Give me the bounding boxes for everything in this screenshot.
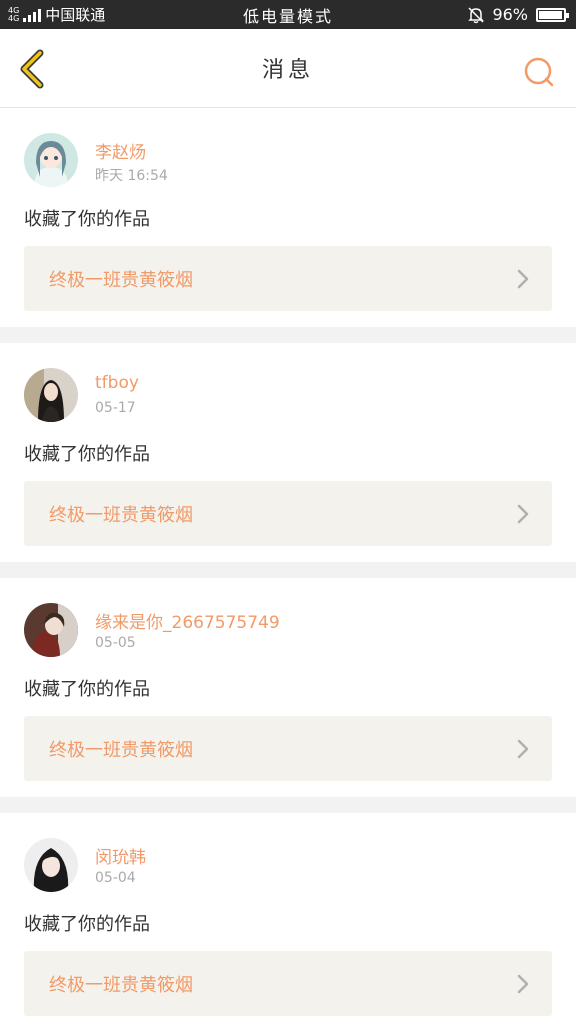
work-link[interactable]: 终极一班贵黄筱烟 <box>24 716 552 781</box>
status-right: 96% <box>468 0 569 29</box>
work-link[interactable]: 终极一班贵黄筱烟 <box>24 246 552 311</box>
message-card[interactable]: tfboy 05-17 收藏了你的作品 终极一班贵黄筱烟 <box>0 343 576 562</box>
timestamp: 05-05 <box>95 635 136 651</box>
action-text: 收藏了你的作品 <box>24 209 150 230</box>
timestamp: 05-04 <box>95 870 136 886</box>
username[interactable]: tfboy <box>95 373 139 393</box>
status-bar: 4G 4G 中国联通 低电量模式 96% <box>0 0 576 29</box>
timestamp: 昨天 16:54 <box>95 168 168 184</box>
search-icon[interactable] <box>522 55 556 89</box>
work-title: 终极一班贵黄筱烟 <box>49 269 193 291</box>
chevron-right-icon <box>517 974 529 994</box>
username[interactable]: 缘来是你_2667575749 <box>95 608 280 633</box>
action-text: 收藏了你的作品 <box>24 914 150 935</box>
divider <box>0 327 576 343</box>
message-card[interactable]: 李赵炀 昨天 16:54 收藏了你的作品 终极一班贵黄筱烟 <box>0 108 576 327</box>
timestamp: 05-17 <box>95 400 136 416</box>
chevron-right-icon <box>517 504 529 524</box>
header: 消息 <box>0 29 576 108</box>
divider <box>0 797 576 813</box>
battery-percent: 96% <box>492 5 528 24</box>
divider <box>0 562 576 578</box>
bell-muted-icon <box>468 6 485 23</box>
battery-icon <box>536 7 569 22</box>
work-link[interactable]: 终极一班贵黄筱烟 <box>24 951 552 1016</box>
page-title: 消息 <box>261 58 314 83</box>
chevron-right-icon <box>517 739 529 759</box>
avatar[interactable] <box>24 368 78 422</box>
battery-fill <box>539 10 563 19</box>
work-title: 终极一班贵黄筱烟 <box>49 739 193 761</box>
message-card[interactable]: 闵玧韩 05-04 收藏了你的作品 终极一班贵黄筱烟 <box>0 813 576 1032</box>
work-title: 终极一班贵黄筱烟 <box>49 974 193 996</box>
username[interactable]: 闵玧韩 <box>95 843 146 868</box>
avatar[interactable] <box>24 603 78 657</box>
work-title: 终极一班贵黄筱烟 <box>49 504 193 526</box>
avatar[interactable] <box>24 133 78 187</box>
message-card[interactable]: 缘来是你_2667575749 05-05 收藏了你的作品 终极一班贵黄筱烟 <box>0 578 576 797</box>
username[interactable]: 李赵炀 <box>95 138 146 163</box>
avatar[interactable] <box>24 838 78 892</box>
work-link[interactable]: 终极一班贵黄筱烟 <box>24 481 552 546</box>
action-text: 收藏了你的作品 <box>24 679 150 700</box>
chevron-right-icon <box>517 269 529 289</box>
message-list: 李赵炀 昨天 16:54 收藏了你的作品 终极一班贵黄筱烟 tfboy 05-1… <box>0 108 576 1032</box>
action-text: 收藏了你的作品 <box>24 444 150 465</box>
